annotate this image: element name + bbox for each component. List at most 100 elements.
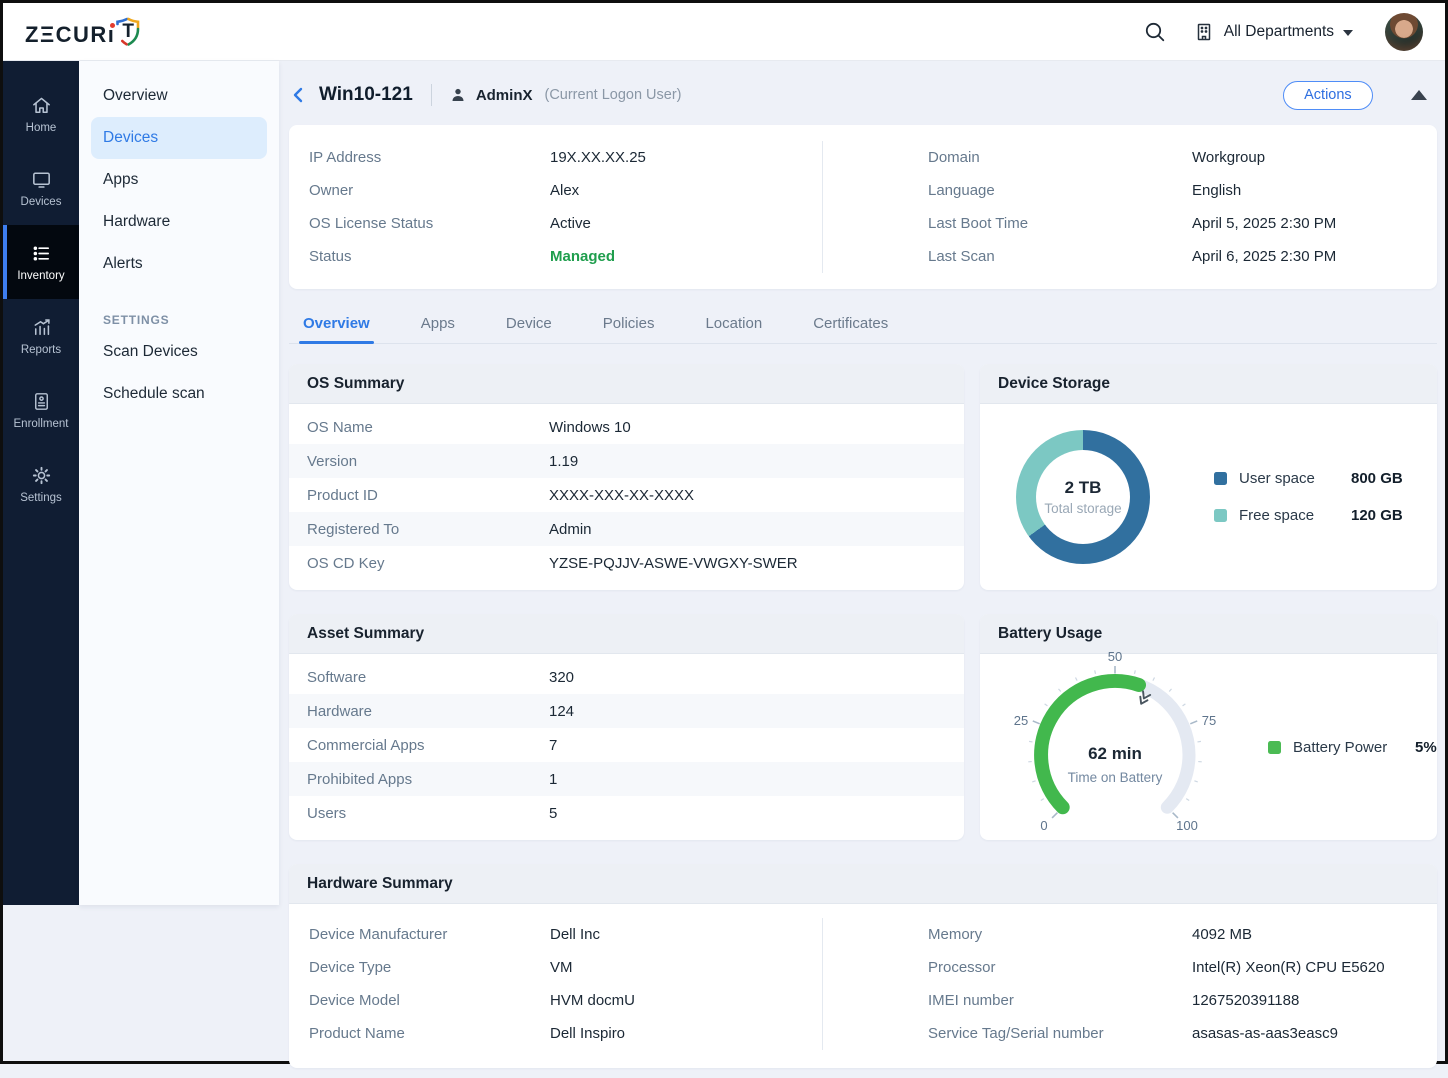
rail-label: Enrollment: [14, 418, 69, 430]
info-label: Last Scan: [928, 248, 1192, 265]
gauge-tick-50: 50: [1108, 649, 1122, 664]
rail-item-devices[interactable]: Devices: [3, 151, 79, 225]
sidebar-item-schedule-scan[interactable]: Schedule scan: [79, 373, 279, 415]
card-title: Asset Summary: [289, 614, 964, 654]
row-label: Service Tag/Serial number: [928, 1025, 1192, 1042]
rail-label: Settings: [20, 492, 62, 504]
row-value: asasas-as-aas3easc9: [1192, 1025, 1437, 1042]
sidebar-item-devices[interactable]: Devices: [91, 117, 267, 159]
sidebar-section-settings: SETTINGS: [103, 313, 279, 327]
row-label: Device Type: [309, 959, 550, 976]
rail-item-reports[interactable]: Reports: [3, 299, 79, 373]
battery-usage-card: Battery Usage 0 25 50 75: [980, 614, 1437, 840]
info-row: DomainWorkgroup: [823, 141, 1437, 174]
departments-dropdown[interactable]: All Departments: [1193, 21, 1353, 43]
legend-swatch: [1214, 509, 1227, 522]
rail-label: Reports: [21, 344, 61, 356]
gear-icon: [30, 464, 53, 487]
building-icon: [1193, 21, 1215, 43]
row-value: XXXX-XXX-XX-XXXX: [549, 487, 964, 504]
gauge-tick-0: 0: [1040, 818, 1047, 833]
status-badge: Managed: [550, 248, 822, 265]
legend-value: 800 GB: [1351, 470, 1403, 487]
current-user: AdminX: [476, 87, 533, 104]
row-label: Product ID: [307, 487, 549, 504]
search-icon[interactable]: [1143, 20, 1167, 44]
info-value: Workgroup: [1192, 149, 1437, 166]
device-info-panel: IP Address19X.XX.XX.25 OwnerAlex OS Lice…: [289, 125, 1437, 289]
info-row: IP Address19X.XX.XX.25: [289, 141, 822, 174]
row-value: 5: [549, 805, 964, 822]
tab-policies[interactable]: Policies: [601, 307, 657, 343]
gauge-tick-75: 75: [1202, 713, 1216, 728]
row-label: Product Name: [309, 1025, 550, 1042]
row-label: IMEI number: [928, 992, 1192, 1009]
tab-overview[interactable]: Overview: [301, 307, 372, 343]
sidebar-item-alerts[interactable]: Alerts: [79, 243, 279, 285]
avatar[interactable]: [1385, 13, 1423, 51]
main-content: Win10-121 AdminX (Current Logon User) Ac…: [279, 61, 1448, 1078]
card-title: Hardware Summary: [289, 864, 1437, 904]
info-label: OS License Status: [309, 215, 550, 232]
primary-nav-rail: Home Devices Inventory Reports: [3, 61, 79, 905]
row-value: 124: [549, 703, 964, 720]
rail-item-inventory[interactable]: Inventory: [3, 225, 79, 299]
back-button[interactable]: [289, 85, 309, 105]
battery-gauge: 0 25 50 75 100 62 min Time on Battery: [990, 647, 1240, 840]
legend-item: Free space 120 GB: [1214, 507, 1403, 524]
info-value: April 5, 2025 2:30 PM: [1192, 215, 1437, 232]
collapse-panel-icon[interactable]: [1411, 90, 1427, 100]
legend-label: Free space: [1239, 507, 1351, 524]
devices-icon: [30, 168, 53, 191]
row-value: 4092 MB: [1192, 926, 1437, 943]
rail-label: Inventory: [17, 270, 64, 282]
inventory-icon: [30, 242, 53, 265]
battery-time-label: Time on Battery: [1068, 770, 1163, 785]
row-value: HVM docmU: [550, 992, 822, 1009]
info-value: 19X.XX.XX.25: [550, 149, 822, 166]
legend-label: Battery Power: [1293, 739, 1415, 756]
table-row: Software320: [289, 660, 964, 694]
sidebar-item-scan-devices[interactable]: Scan Devices: [79, 331, 279, 373]
table-row: Device ManufacturerDell Inc: [289, 918, 822, 951]
row-label: OS CD Key: [307, 555, 549, 572]
tab-location[interactable]: Location: [703, 307, 764, 343]
rail-item-enrollment[interactable]: Enrollment: [3, 373, 79, 447]
rail-label: Home: [26, 122, 57, 134]
info-value: English: [1192, 182, 1437, 199]
inventory-sidebar: Overview Devices Apps Hardware Alerts SE…: [79, 61, 279, 905]
card-title: OS Summary: [289, 364, 964, 404]
sidebar-item-overview[interactable]: Overview: [79, 75, 279, 117]
row-label: Version: [307, 453, 549, 470]
row-label: OS Name: [307, 419, 549, 436]
app-logo[interactable]: ZΞCURı T: [25, 16, 143, 48]
card-title: Device Storage: [980, 364, 1437, 404]
tab-device[interactable]: Device: [504, 307, 554, 343]
storage-total-value: 2 TB: [1065, 478, 1102, 498]
rail-item-settings[interactable]: Settings: [3, 447, 79, 521]
battery-time-value: 62 min: [1088, 744, 1142, 763]
row-value: YZSE-PQJJV-ASWE-VWGXY-SWER: [549, 555, 964, 572]
sidebar-item-apps[interactable]: Apps: [79, 159, 279, 201]
info-row: Last ScanApril 6, 2025 2:30 PM: [823, 240, 1437, 273]
actions-button[interactable]: Actions: [1283, 81, 1373, 110]
rail-item-home[interactable]: Home: [3, 77, 79, 151]
table-row: Memory4092 MB: [823, 918, 1437, 951]
row-label: Prohibited Apps: [307, 771, 549, 788]
info-value: Active: [550, 215, 822, 232]
table-row: Device ModelHVM docmU: [289, 984, 822, 1017]
row-label: Users: [307, 805, 549, 822]
row-value: 7: [549, 737, 964, 754]
info-label: Language: [928, 182, 1192, 199]
legend-label: User space: [1239, 470, 1351, 487]
home-icon: [30, 94, 53, 117]
sidebar-item-hardware[interactable]: Hardware: [79, 201, 279, 243]
info-label: Owner: [309, 182, 550, 199]
tab-apps[interactable]: Apps: [419, 307, 457, 343]
os-summary-card: OS Summary OS NameWindows 10 Version1.19…: [289, 364, 964, 590]
info-row: StatusManaged: [289, 240, 822, 273]
tab-certificates[interactable]: Certificates: [811, 307, 890, 343]
asset-summary-card: Asset Summary Software320 Hardware124 Co…: [289, 614, 964, 840]
row-value: 1267520391188: [1192, 992, 1437, 1009]
legend-swatch: [1214, 472, 1227, 485]
